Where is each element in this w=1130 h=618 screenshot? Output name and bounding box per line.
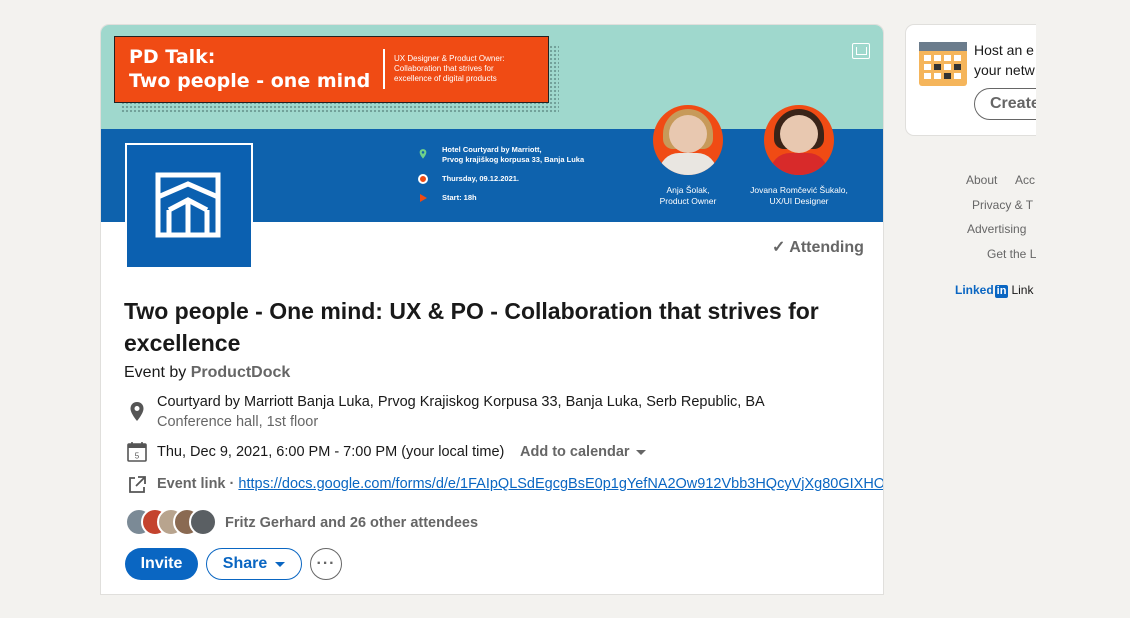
event-link-url[interactable]: https://docs.google.com/forms/d/e/1FAIpQ… xyxy=(238,476,883,492)
speaker-caption-2: Jovana Romčević Šukalo, UX/UI Designer xyxy=(729,185,869,207)
banner-subtitle-line2: Collaboration that strives for xyxy=(394,64,494,73)
chevron-down-icon xyxy=(275,561,286,567)
attendee-avatars[interactable] xyxy=(125,508,220,536)
map-pin-icon xyxy=(419,149,427,159)
footer-link-privacy[interactable]: Privacy & T xyxy=(972,197,1033,213)
footer-link-advertising[interactable]: Advertising xyxy=(967,221,1026,237)
footer-link-get-app[interactable]: Get the L xyxy=(987,246,1036,262)
host-event-card: Host an e your netw Create xyxy=(906,25,1046,135)
banner-venue: Hotel Courtyard by Marriott, Prvog kraji… xyxy=(442,145,584,165)
more-options-button[interactable]: ··· xyxy=(310,548,342,580)
attendees-summary[interactable]: Fritz Gerhard and 26 other attendees xyxy=(225,513,478,533)
footer-link-accessibility[interactable]: Acc xyxy=(1015,172,1035,188)
speaker-role-2: UX/UI Designer xyxy=(769,196,829,206)
banner-title-box: PD Talk: Two people - one mind UX Design… xyxy=(114,36,549,103)
avatar xyxy=(189,508,217,536)
linkedin-logo: Linked in Link xyxy=(955,282,1033,298)
linkedin-corp-text: Link xyxy=(1011,283,1034,297)
productdock-logo-icon xyxy=(155,172,221,238)
linkedin-in-icon: in xyxy=(994,285,1009,298)
external-link-icon xyxy=(129,476,146,493)
location-pin-icon xyxy=(130,402,144,421)
event-card: PD Talk: Two people - one mind UX Design… xyxy=(101,25,883,594)
organizer-logo[interactable] xyxy=(125,143,253,269)
event-by-prefix: Event by xyxy=(124,364,187,381)
banner-date: Thursday, 09.12.2021. xyxy=(442,174,519,183)
share-label: Share xyxy=(222,555,268,572)
invite-button[interactable]: Invite xyxy=(125,548,198,580)
banner-start: Start: 18h xyxy=(442,193,477,202)
banner-subtitle-line1: UX Designer & Product Owner: xyxy=(394,54,505,63)
banner-title-line2: Two people - one mind xyxy=(129,70,371,92)
banner-venue-line1: Hotel Courtyard by Marriott, xyxy=(442,145,542,154)
brand-mark-icon xyxy=(852,43,870,59)
play-icon xyxy=(420,194,427,202)
event-location: Courtyard by Marriott Banja Luka, Prvog … xyxy=(157,394,765,410)
event-datetime: Thu, Dec 9, 2021, 6:00 PM - 7:00 PM (you… xyxy=(157,444,505,460)
calendar-icon: 5 xyxy=(127,442,147,462)
banner-title: PD Talk: Two people - one mind xyxy=(129,45,370,93)
linkedin-wordmark: Linked xyxy=(955,283,994,297)
calendar-illustration-icon xyxy=(919,42,967,86)
banner-title-line1: PD Talk: xyxy=(129,46,216,68)
banner-subtitle: UX Designer & Product Owner: Collaborati… xyxy=(394,54,544,84)
speaker-photo-1 xyxy=(653,105,723,175)
chevron-down-icon xyxy=(635,449,646,455)
calendar-icon-day: 5 xyxy=(135,452,140,461)
attending-status[interactable]: ✓ Attending xyxy=(772,237,864,257)
event-title: Two people - One mind: UX & PO - Collabo… xyxy=(124,298,819,356)
banner-divider xyxy=(383,49,385,89)
event-location-detail: Conference hall, 1st floor xyxy=(157,414,319,430)
viewport-edge xyxy=(1036,0,1130,618)
clock-icon xyxy=(418,174,428,184)
speaker-photo-2 xyxy=(764,105,834,175)
banner-subtitle-line3: excellence of digital products xyxy=(394,74,497,83)
add-to-calendar-label: Add to calendar xyxy=(520,444,630,460)
banner-venue-line2: Prvog krajiškog korpusa 33, Banja Luka xyxy=(442,155,585,164)
organizer-link[interactable]: ProductDock xyxy=(191,364,291,381)
share-button[interactable]: Share xyxy=(206,548,302,580)
event-link-row: Event link · https://docs.google.com/for… xyxy=(157,474,883,494)
speaker-name-2: Jovana Romčević Šukalo, xyxy=(750,185,848,195)
event-organizer-line: Event by ProductDock xyxy=(124,363,290,383)
footer-link-about[interactable]: About xyxy=(966,172,997,188)
add-to-calendar-button[interactable]: Add to calendar xyxy=(520,442,646,462)
event-link-label: Event link · xyxy=(157,476,235,492)
